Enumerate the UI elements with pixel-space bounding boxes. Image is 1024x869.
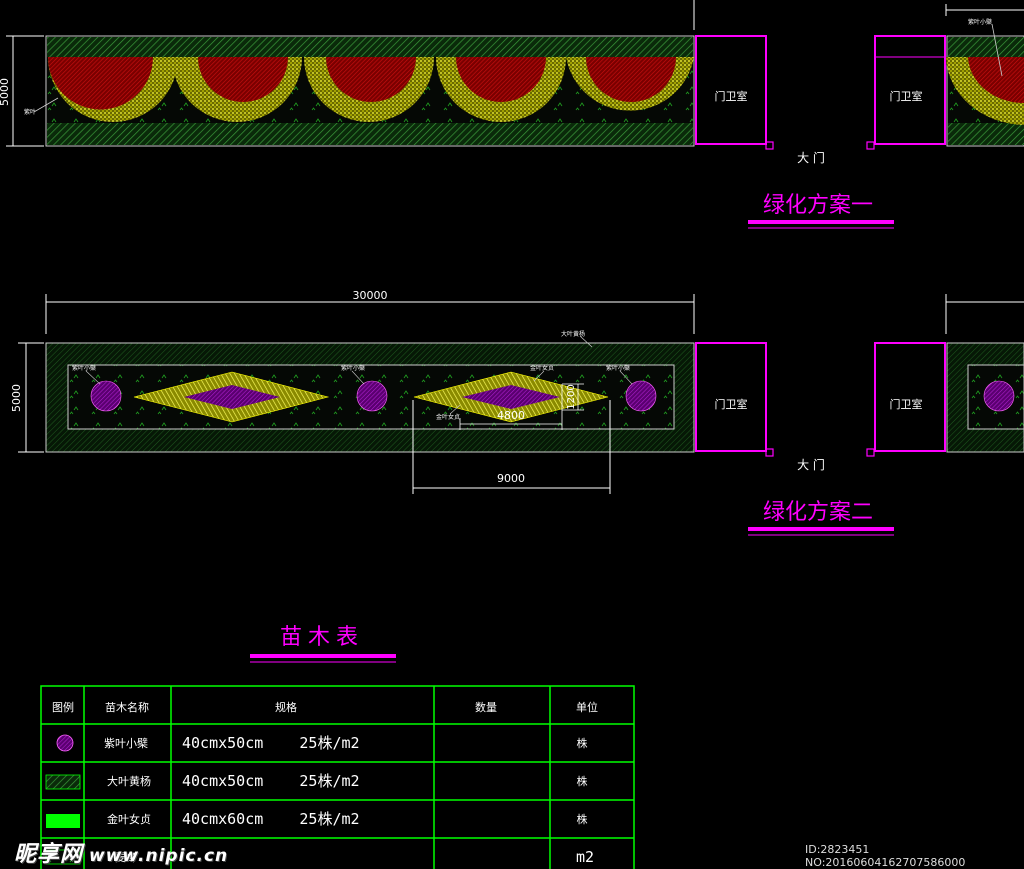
plan2-dim-diamond-len-label: 4800: [497, 409, 525, 422]
plan1-title-underline: [748, 220, 894, 224]
legend-hatch-green-icon: [45, 774, 81, 790]
plan2-right-purple-shrub: [983, 380, 1015, 412]
plan1-right-hedge-bottom: [948, 123, 1024, 145]
table-header-legend: 图例: [52, 700, 74, 714]
plan1-guard-left-label: 门卫室: [715, 89, 748, 103]
plan1-title: 绿化方案一: [763, 193, 873, 218]
plan2-guard-house-left: [695, 342, 767, 452]
plan2-label-c3: 金叶女贞: [530, 364, 554, 372]
plan2-dim-diamond-h-label: 1200: [566, 384, 577, 409]
watermark-id: ID:2823451 NO:20160604162707586000: [805, 843, 966, 869]
plan2-purple-shrub-2: [356, 380, 388, 412]
plan2-gate-post-left: [765, 448, 774, 457]
table-row3-name: 金叶女贞: [107, 812, 151, 826]
plan-two: 30000 5000 大叶黄杨 紫叶小檗 紫叶小檗 金叶女贞 紫叶小檗 金叶女贞…: [10, 289, 1024, 536]
plan1-hedge-bottom: [47, 123, 693, 145]
plan1-hedge-top: [47, 37, 693, 57]
table-row1-name: 紫叶小檗: [104, 736, 148, 750]
plan1-gate-post-left: [765, 141, 774, 150]
table-header-qty: 数量: [475, 701, 497, 714]
table-row2-name: 大叶黄杨: [107, 774, 151, 788]
plan2-title-underline: [748, 527, 894, 531]
plan2-guard-right-label: 门卫室: [890, 397, 923, 411]
plan1-gate-label: 大 门: [797, 150, 825, 165]
plan2-label-c2: 紫叶小檗: [341, 364, 365, 372]
plan2-dim-width: [45, 294, 1024, 334]
plan2-title: 绿化方案二: [763, 500, 873, 525]
table-row3-unit: 株: [577, 812, 588, 826]
plan2-label-c1: 紫叶小檗: [72, 364, 96, 372]
plan2-label-top-right: 大叶黄杨: [561, 330, 585, 338]
table-title-underline: [250, 654, 396, 658]
table-header-unit: 单位: [576, 700, 598, 714]
plan2-gate-label: 大 门: [797, 457, 825, 472]
plan1-gate-post-right: [866, 141, 875, 150]
cad-drawing-canvas: 5000 紫叶 门卫室 门卫室 大 门 紫叶小檗 绿化方案一 30000 500…: [0, 0, 1024, 869]
plan2-label-d1: 金叶女贞: [436, 413, 460, 421]
table-row3-spec: 40cmx60cm 25株/m2: [182, 810, 360, 828]
table-row2-spec: 40cmx50cm 25株/m2: [182, 772, 360, 790]
plan2-guard-house-right: [874, 342, 946, 452]
table-row4-unit: m2: [576, 848, 594, 866]
plan2-dim-height-label: 5000: [10, 384, 23, 412]
plan2-gate-post-right: [866, 448, 875, 457]
table-header-name: 苗木名称: [105, 700, 149, 714]
watermark-brand: 昵享网 www.nipic.cn: [14, 836, 228, 868]
plan-one: 5000 紫叶 门卫室 门卫室 大 门 紫叶小檗 绿化方案一: [0, 0, 1024, 229]
plan1-guard-right-label: 门卫室: [890, 89, 923, 103]
plant-table: 苗木表 图例 苗木名称 规格 数量 单位 紫叶小檗 40cmx50cm 25株/…: [40, 625, 635, 869]
legend-purple-circle-icon: [56, 734, 74, 752]
table-header-spec: 规格: [275, 700, 297, 714]
plan2-label-c4: 紫叶小檗: [606, 364, 630, 372]
table-row1-unit: 株: [577, 736, 588, 750]
plan2-purple-shrub-3: [625, 380, 657, 412]
plan1-plant-label-right: 紫叶小檗: [968, 18, 992, 26]
plan2-guard-left-label: 门卫室: [715, 397, 748, 411]
table-row1-spec: 40cmx50cm 25株/m2: [182, 734, 360, 752]
plan2-purple-shrub-1: [90, 380, 122, 412]
watermark-brand-text: 昵享网: [14, 842, 84, 867]
plan2-dim-spacing-label: 9000: [497, 472, 525, 485]
plan1-right-hedge-top: [948, 37, 1024, 57]
legend-solid-green-icon: [46, 814, 80, 828]
plan2-dim-width-label: 30000: [353, 289, 388, 302]
table-row2-unit: 株: [577, 774, 588, 788]
plan1-dim-height-label: 5000: [0, 78, 11, 106]
table-title: 苗木表: [280, 625, 364, 650]
watermark-url: www.nipic.cn: [89, 846, 229, 866]
plan1-dim-height: [6, 35, 44, 147]
